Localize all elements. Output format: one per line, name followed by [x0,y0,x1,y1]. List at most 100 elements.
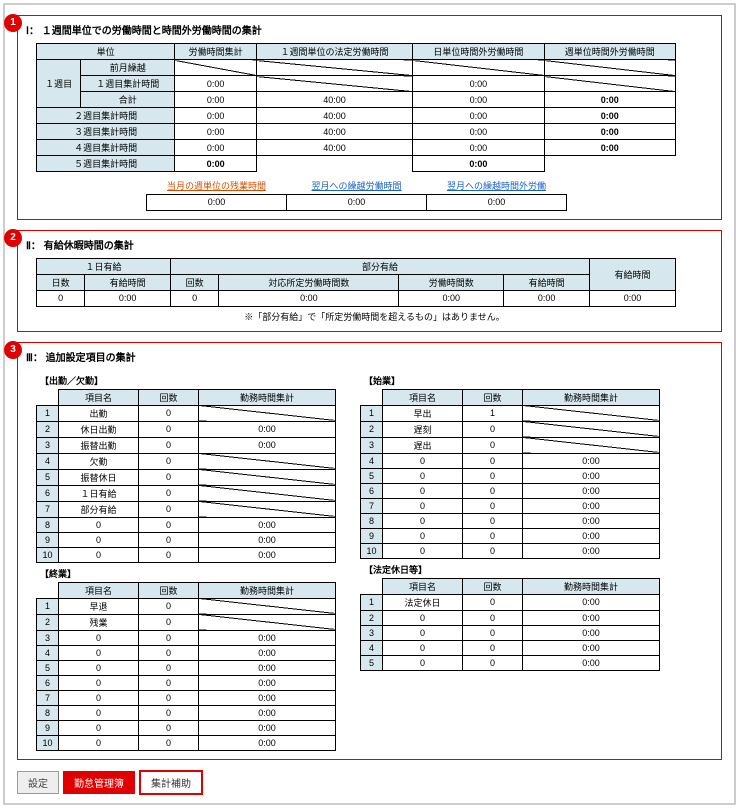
row-num: 8 [37,705,59,720]
group-holiday-table: 項目名回数勤務時間集計1法定休日00:002000:003000:004000:… [360,578,660,671]
sec3-header: 回数 [139,389,199,405]
item-name: 0 [59,720,139,735]
item-count: 0 [139,675,199,690]
item-name: 0 [59,675,139,690]
sec2-header: 部分有給 [171,258,590,274]
row-num: 4 [361,453,383,468]
item-count: 0 [463,625,523,640]
row-label: 前月繰越 [81,60,175,76]
sec1-cell: 0:00 [544,140,675,156]
sec3-header: 項目名 [59,582,139,598]
item-name: 0 [59,690,139,705]
item-count: 0 [139,614,199,630]
item-count: 0 [463,640,523,655]
sec1-cell [256,76,412,92]
item-time: 0:00 [199,421,336,437]
item-name: 0 [59,660,139,675]
item-time [199,614,336,630]
item-count: 0 [463,437,523,453]
row-num: 6 [37,485,59,501]
item-time [199,485,336,501]
item-time [523,421,660,437]
item-time: 0:00 [199,735,336,750]
item-time [199,453,336,469]
section-3-title: Ⅲ： 追加設定項目の集計 [26,349,713,364]
item-name: 0 [59,532,139,547]
item-count: 0 [139,421,199,437]
sec1-cell: 40:00 [256,140,412,156]
row-num: 2 [361,421,383,437]
row-num: 2 [361,610,383,625]
row-num: 5 [37,469,59,485]
item-time: 0:00 [199,517,336,532]
item-time: 0:00 [523,483,660,498]
item-time: 0:00 [523,513,660,528]
item-time: 0:00 [523,625,660,640]
row-num: 7 [37,501,59,517]
row-num: 6 [361,483,383,498]
item-count: 0 [463,421,523,437]
item-time: 0:00 [199,720,336,735]
item-name: 0 [383,513,463,528]
page-frame: 1 Ⅰ： １週間単位での労働時間と時間外労働時間の集計 単位労働時間集計１週間単… [3,3,736,805]
item-count: 0 [463,498,523,513]
row-num: 8 [37,517,59,532]
row-num: 4 [37,453,59,469]
tab-aux[interactable]: 集計補助 [139,770,203,795]
item-time: 0:00 [199,645,336,660]
item-name: １日有給 [59,485,139,501]
item-count: 1 [463,405,523,421]
sec1-header: 単位 [37,44,175,60]
sec1-header: 労働時間集計 [175,44,257,60]
row-num: 9 [37,532,59,547]
sec2-subheader: 回数 [171,274,219,290]
tab-roster[interactable]: 勤怠管理簿 [63,771,135,794]
tab-settings[interactable]: 設定 [17,771,59,794]
item-name: 0 [383,483,463,498]
item-time: 0:00 [523,655,660,670]
row-num: 4 [37,645,59,660]
item-name: 0 [59,645,139,660]
sec2-subheader: 有給時間 [85,274,171,290]
group-end-label: 【終業】 [40,567,336,580]
item-time [199,405,336,421]
item-count: 0 [139,720,199,735]
sec2-value: 0:00 [85,290,171,306]
sec1-subtable: 当月の週単位の残業時間翌月への繰越労働時間翌月への繰越時間外労働0:000:00… [146,178,567,211]
sec1-header: １週間単位の法定労働時間 [256,44,412,60]
sec3-header: 項目名 [59,389,139,405]
item-count: 0 [139,598,199,614]
sec1-cell [256,156,412,172]
item-time: 0:00 [199,660,336,675]
sec2-subheader: 有給時間 [504,274,590,290]
sec1-header: 週単位時間外労働時間 [544,44,675,60]
week1-label: １週目 [37,60,81,108]
callout-1: 1 [4,14,22,32]
item-count: 0 [463,610,523,625]
item-count: 0 [139,532,199,547]
row-num: 1 [361,405,383,421]
sec2-value: 0:00 [590,290,676,306]
sec2-note: ※「部分有給」で「所定労働時間を超えるもの」はありません。 [36,310,713,323]
item-name: 0 [383,640,463,655]
item-count: 0 [463,594,523,610]
sec1-cell [413,60,544,76]
row-label: ２週目集計時間 [37,108,175,124]
sec2-value: 0:00 [399,290,504,306]
item-name: 0 [383,655,463,670]
item-time [199,501,336,517]
item-name: 休日出勤 [59,421,139,437]
sec2-value: 0 [37,290,85,306]
group-start-table: 項目名回数勤務時間集計1早出12遅刻03遅出04000:005000:00600… [360,389,660,559]
item-count: 0 [463,483,523,498]
item-count: 0 [139,547,199,562]
item-name: 欠勤 [59,453,139,469]
row-num: 1 [361,594,383,610]
item-time: 0:00 [523,468,660,483]
item-name: 0 [383,468,463,483]
blank-corner [361,389,383,405]
item-name: 遅出 [383,437,463,453]
item-name: 0 [59,517,139,532]
sec1-cell: 0:00 [544,124,675,140]
item-time: 0:00 [523,610,660,625]
